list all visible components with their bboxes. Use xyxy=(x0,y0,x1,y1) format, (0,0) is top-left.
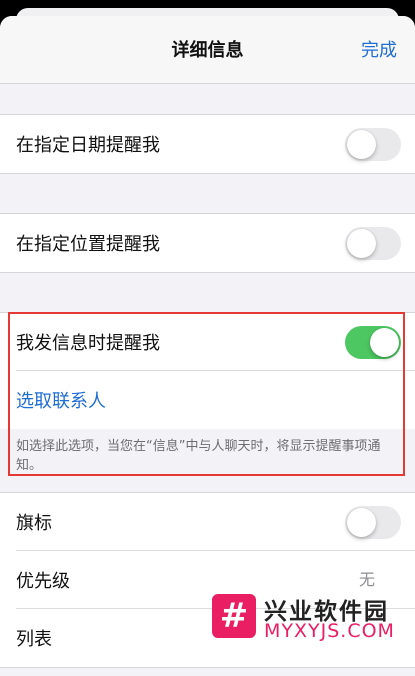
location-reminder-group: 在指定位置提醒我 xyxy=(0,213,415,273)
done-button[interactable]: 完成 xyxy=(361,16,397,86)
date-reminder-group: 在指定日期提醒我 xyxy=(0,114,415,174)
page-title: 详细信息 xyxy=(171,40,244,61)
date-reminder-row[interactable]: 在指定日期提醒我 xyxy=(0,115,415,173)
details-sheet: 详细信息 完成 在指定日期提醒我 在指定位置提醒我 我发信息时提醒我 选取联系人… xyxy=(0,16,415,676)
choose-contact-row[interactable]: 选取联系人 xyxy=(0,371,415,429)
watermark: # 兴业软件园 MYXYJS.COM xyxy=(212,590,415,653)
navigation-bar: 详细信息 完成 xyxy=(0,16,415,84)
messaging-reminder-row[interactable]: 我发信息时提醒我 xyxy=(0,313,415,371)
messaging-hint-text: 如选择此选项，当您在“信息”中与人聊天时，将显示提醒事项通知。 xyxy=(0,429,415,485)
messaging-reminder-group: 我发信息时提醒我 选取联系人 如选择此选项，当您在“信息”中与人聊天时，将显示提… xyxy=(0,312,415,485)
location-reminder-toggle[interactable] xyxy=(345,227,401,260)
flag-row[interactable]: 旗标 xyxy=(0,493,415,551)
toggle-knob xyxy=(347,130,376,159)
toggle-knob xyxy=(347,508,376,537)
hash-logo-icon: # xyxy=(212,594,256,638)
toggle-knob xyxy=(347,229,376,258)
flag-toggle[interactable] xyxy=(345,506,401,539)
location-reminder-row[interactable]: 在指定位置提醒我 xyxy=(0,214,415,272)
messaging-reminder-toggle[interactable] xyxy=(345,326,401,359)
watermark-url: MYXYJS.COM xyxy=(264,620,395,642)
date-reminder-toggle[interactable] xyxy=(345,128,401,161)
choose-contact-link[interactable]: 选取联系人 xyxy=(16,387,415,413)
toggle-knob xyxy=(370,328,399,357)
